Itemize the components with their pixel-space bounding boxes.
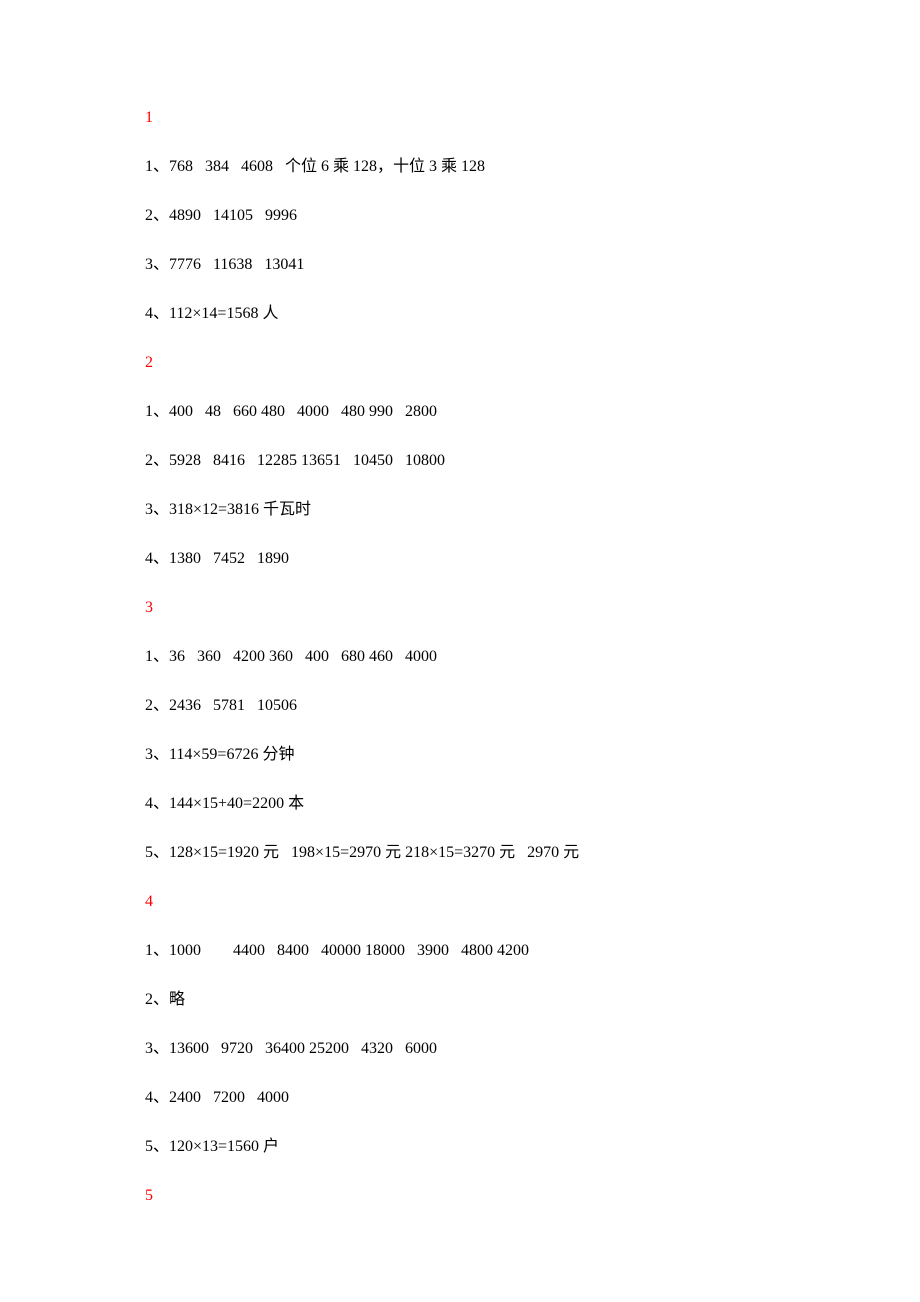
answer-line: 2、略 — [145, 992, 775, 1008]
document-page: 1 1、768 384 4608 个位 6 乘 128，十位 3 乘 128 2… — [0, 0, 920, 1297]
answer-line: 1、400 48 660 480 4000 480 990 2800 — [145, 404, 775, 420]
answer-line: 2、2436 5781 10506 — [145, 698, 775, 714]
answer-line: 3、13600 9720 36400 25200 4320 6000 — [145, 1041, 775, 1057]
answer-line: 4、144×15+40=2200 本 — [145, 796, 775, 812]
answer-line: 2、5928 8416 12285 13651 10450 10800 — [145, 453, 775, 469]
answer-line: 3、318×12=3816 千瓦时 — [145, 502, 775, 518]
answer-line: 3、114×59=6726 分钟 — [145, 747, 775, 763]
answer-line: 4、1380 7452 1890 — [145, 551, 775, 567]
answer-line: 2、4890 14105 9996 — [145, 208, 775, 224]
answer-line: 5、120×13=1560 户 — [145, 1139, 775, 1155]
answer-line: 1、1000 4400 8400 40000 18000 3900 4800 4… — [145, 943, 775, 959]
answer-line: 4、112×14=1568 人 — [145, 306, 775, 322]
section-header: 5 — [145, 1188, 775, 1204]
section-header: 3 — [145, 600, 775, 616]
answer-line: 1、36 360 4200 360 400 680 460 4000 — [145, 649, 775, 665]
section-header: 2 — [145, 355, 775, 371]
answer-line: 1、768 384 4608 个位 6 乘 128，十位 3 乘 128 — [145, 159, 775, 175]
answer-line: 4、2400 7200 4000 — [145, 1090, 775, 1106]
answer-line: 3、7776 11638 13041 — [145, 257, 775, 273]
answer-line: 5、128×15=1920 元 198×15=2970 元 218×15=327… — [145, 845, 775, 861]
section-header: 4 — [145, 894, 775, 910]
section-header: 1 — [145, 110, 775, 126]
